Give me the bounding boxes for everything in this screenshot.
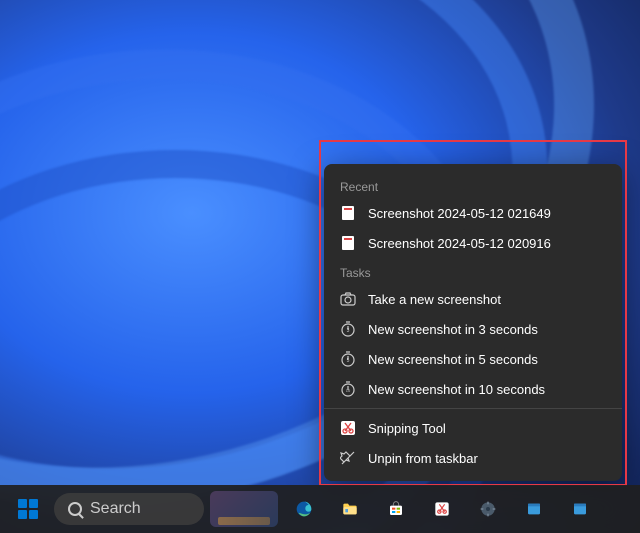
task-screenshot-5s[interactable]: 5 New screenshot in 5 seconds [324, 344, 622, 374]
widgets-button[interactable] [210, 491, 278, 527]
search-box[interactable]: Search [54, 493, 204, 525]
timer-10-icon: 10 [340, 381, 356, 397]
svg-text:3: 3 [347, 328, 350, 334]
recent-item[interactable]: Screenshot 2024-05-12 020916 [324, 228, 622, 258]
snipping-tool-icon [434, 501, 450, 517]
file-icon [340, 205, 356, 221]
taskbar-app-snipping-tool[interactable] [422, 489, 462, 529]
task-screenshot-10s[interactable]: 10 New screenshot in 10 seconds [324, 374, 622, 404]
recent-section-label: Recent [324, 172, 622, 198]
gear-icon [480, 501, 496, 517]
snipping-tool-icon [340, 420, 356, 436]
svg-text:5: 5 [347, 358, 350, 364]
taskbar-app-store[interactable] [376, 489, 416, 529]
recent-item-label: Screenshot 2024-05-12 020916 [368, 236, 551, 251]
folder-icon [342, 501, 358, 517]
separator [324, 408, 622, 409]
task-label: New screenshot in 3 seconds [368, 322, 538, 337]
taskbar-app-settings[interactable] [468, 489, 508, 529]
store-icon [388, 501, 404, 517]
app-icon [572, 501, 588, 517]
start-button[interactable] [8, 489, 48, 529]
taskbar-app-generic[interactable] [514, 489, 554, 529]
edge-icon [296, 501, 312, 517]
task-label: New screenshot in 5 seconds [368, 352, 538, 367]
task-label: New screenshot in 10 seconds [368, 382, 545, 397]
taskbar-app-edge[interactable] [284, 489, 324, 529]
app-label: Snipping Tool [368, 421, 446, 436]
timer-5-icon: 5 [340, 351, 356, 367]
tasks-section-label: Tasks [324, 258, 622, 284]
svg-text:10: 10 [346, 388, 351, 393]
file-icon [340, 235, 356, 251]
app-icon [526, 501, 542, 517]
taskbar: Search [0, 485, 640, 533]
task-new-screenshot[interactable]: Take a new screenshot [324, 284, 622, 314]
task-screenshot-3s[interactable]: 3 New screenshot in 3 seconds [324, 314, 622, 344]
unpin-label: Unpin from taskbar [368, 451, 478, 466]
windows-icon [18, 499, 38, 519]
recent-item-label: Screenshot 2024-05-12 021649 [368, 206, 551, 221]
open-app-item[interactable]: Snipping Tool [324, 413, 622, 443]
unpin-item[interactable]: Unpin from taskbar [324, 443, 622, 473]
taskbar-app-explorer[interactable] [330, 489, 370, 529]
jumplist-menu: Recent Screenshot 2024-05-12 021649 Scre… [324, 164, 622, 481]
task-label: Take a new screenshot [368, 292, 501, 307]
timer-3-icon: 3 [340, 321, 356, 337]
recent-item[interactable]: Screenshot 2024-05-12 021649 [324, 198, 622, 228]
search-placeholder: Search [90, 500, 141, 518]
unpin-icon [340, 450, 356, 466]
taskbar-app-generic[interactable] [560, 489, 600, 529]
camera-icon [340, 291, 356, 307]
search-icon [68, 502, 82, 516]
